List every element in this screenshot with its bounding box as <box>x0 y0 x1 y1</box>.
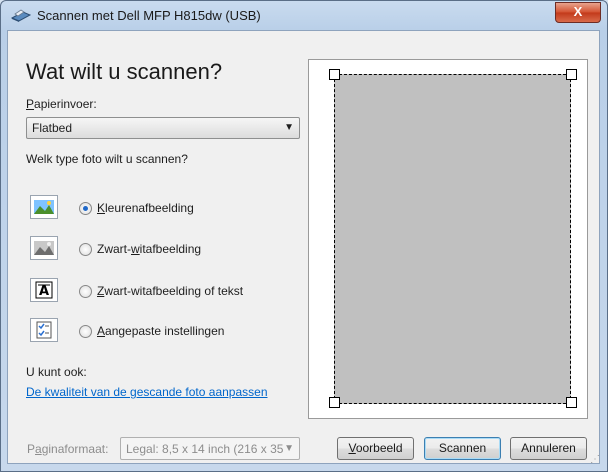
option-label-post: wart-witafbeelding of tekst <box>104 284 244 298</box>
crop-handle-top-right[interactable] <box>566 69 577 80</box>
paper-size-label-pre: P <box>27 442 36 456</box>
photo-type-prompt: Welk type foto wilt u scannen? <box>26 152 188 166</box>
page-title: Wat wilt u scannen? <box>26 59 223 84</box>
resize-grip-icon[interactable]: ⋰ <box>590 454 604 468</box>
custom-settings-icon <box>30 318 58 342</box>
paper-source-label-text: apierinvoer: <box>34 97 97 111</box>
paper-source-value: Flatbed <box>32 121 73 135</box>
svg-text:A: A <box>39 284 49 299</box>
scan-button[interactable]: Scannen <box>424 437 501 460</box>
chevron-down-icon: ▼ <box>284 122 294 133</box>
preview-access-key: V <box>348 441 356 455</box>
option-access-key: K <box>97 201 106 215</box>
title-bar[interactable]: Scannen met Dell MFP H815dw (USB) X <box>1 1 607 31</box>
radio-grayscale-picture[interactable] <box>79 243 92 256</box>
radio-color-picture[interactable] <box>79 202 92 215</box>
color-picture-icon <box>30 195 58 219</box>
adjust-quality-link[interactable]: De kwaliteit van de gescande foto aanpas… <box>26 385 268 399</box>
cancel-button[interactable]: Annuleren <box>510 437 587 460</box>
grayscale-picture-label[interactable]: Zwart-witafbeelding <box>97 242 201 256</box>
grayscale-picture-icon <box>30 236 58 260</box>
chevron-down-icon: ▼ <box>284 443 294 454</box>
option-label-post: itafbeelding <box>139 242 202 256</box>
crop-handle-top-left[interactable] <box>329 69 340 80</box>
paper-size-dropdown: Legal: 8,5 x 14 inch (216 x 35 ▼ <box>120 437 300 460</box>
scan-region-selection[interactable] <box>334 74 571 404</box>
paper-size-label: Paginaformaat: <box>27 442 108 456</box>
paper-size-access-key: a <box>35 442 42 456</box>
option-access-key: w <box>131 242 140 256</box>
paper-size-label-post: ginaformaat: <box>41 442 109 456</box>
crop-handle-bottom-left[interactable] <box>329 397 340 408</box>
crop-handle-bottom-right[interactable] <box>566 397 577 408</box>
preview-button[interactable]: Voorbeeld <box>337 437 414 460</box>
close-button[interactable]: X <box>555 2 601 23</box>
color-picture-label[interactable]: Kleurenafbeelding <box>97 201 194 215</box>
paper-size-value: Legal: 8,5 x 14 inch (216 x 35 <box>126 442 284 456</box>
radio-custom-settings[interactable] <box>79 325 92 338</box>
preview-button-label: oorbeeld <box>355 441 403 455</box>
paper-source-label: Papierinvoer: <box>26 97 97 111</box>
custom-settings-label[interactable]: Aangepaste instellingen <box>97 324 224 338</box>
window-title: Scannen met Dell MFP H815dw (USB) <box>37 8 261 23</box>
radio-bw-text[interactable] <box>79 285 92 298</box>
option-label-pre: Zwart- <box>97 242 131 256</box>
bw-text-label[interactable]: Zwart-witafbeelding of tekst <box>97 284 243 298</box>
paper-source-dropdown[interactable]: Flatbed ▼ <box>26 117 300 139</box>
paper-source-access-key: P <box>26 97 35 111</box>
option-label-post: leurenafbeelding <box>105 201 194 215</box>
also-label: U kunt ook: <box>26 365 87 379</box>
bw-text-icon: A <box>30 278 58 302</box>
scanner-app-icon <box>11 9 31 22</box>
option-label-post: angepaste instellingen <box>105 324 225 338</box>
option-access-key: A <box>97 324 106 338</box>
